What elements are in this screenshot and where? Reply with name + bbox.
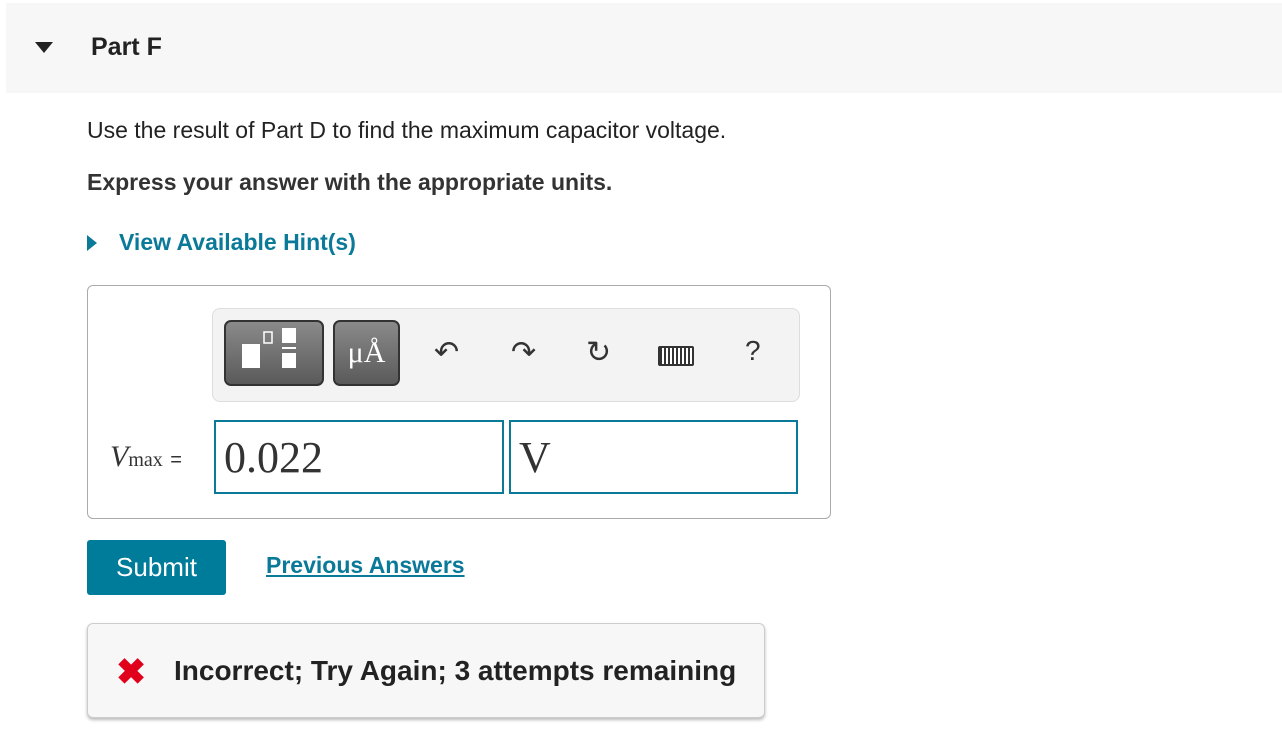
reset-icon[interactable]: ↻ (586, 335, 611, 370)
submit-button[interactable]: Submit (87, 540, 226, 595)
previous-answers-link[interactable]: Previous Answers (266, 552, 465, 579)
part-header[interactable] (6, 3, 1282, 93)
templates-icon (242, 328, 296, 368)
instruction-text: Express your answer with the appropriate… (87, 169, 613, 195)
redo-icon[interactable]: ↷ (511, 335, 536, 370)
keyboard-icon[interactable] (658, 346, 694, 366)
help-icon[interactable]: ? (745, 335, 761, 367)
units-button[interactable]: μÅ (333, 320, 400, 386)
unit-input[interactable]: V (509, 420, 798, 494)
templates-button[interactable] (224, 320, 324, 386)
variable-subscript: max (128, 449, 163, 471)
hint-label: View Available Hint(s) (119, 229, 356, 255)
caret-right-icon (87, 234, 97, 251)
view-hints-link[interactable]: View Available Hint(s) (87, 229, 356, 256)
equals-sign: = (170, 449, 182, 471)
value-input[interactable]: 0.022 (214, 420, 504, 494)
question-text: Use the result of Part D to find the max… (87, 117, 727, 143)
part-title: Part F (91, 33, 162, 61)
answer-label: Vmax = (110, 440, 182, 474)
undo-icon[interactable]: ↶ (434, 335, 459, 370)
feedback-text: Incorrect; Try Again; 3 attempts remaini… (174, 655, 737, 686)
x-icon: ✖ (116, 651, 147, 692)
variable-name: V (110, 440, 129, 473)
caret-down-icon[interactable] (35, 42, 53, 53)
